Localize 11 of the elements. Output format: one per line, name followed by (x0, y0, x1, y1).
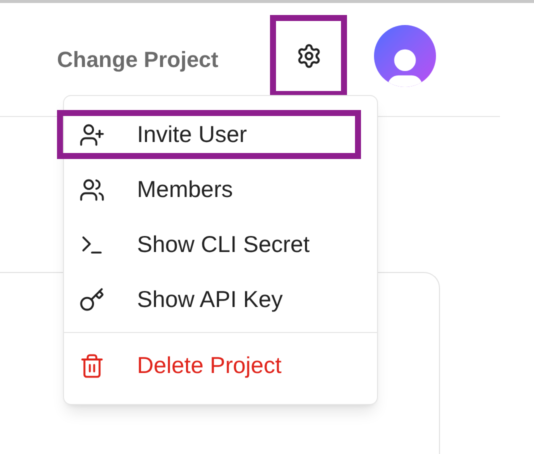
menu-item[interactable]: Show API Key (57, 275, 361, 324)
user-plus-icon (79, 122, 105, 148)
menu-item[interactable]: Invite User (57, 110, 361, 159)
trash-icon (79, 352, 105, 378)
key-icon (79, 286, 105, 312)
menu-item[interactable]: Members (57, 165, 361, 214)
menu-item[interactable]: Delete Project (57, 341, 361, 390)
menu-item[interactable]: Show CLI Secret (57, 220, 361, 269)
gear-icon (296, 42, 322, 68)
header-title[interactable]: Change Project (57, 43, 218, 76)
users-icon (79, 176, 105, 202)
